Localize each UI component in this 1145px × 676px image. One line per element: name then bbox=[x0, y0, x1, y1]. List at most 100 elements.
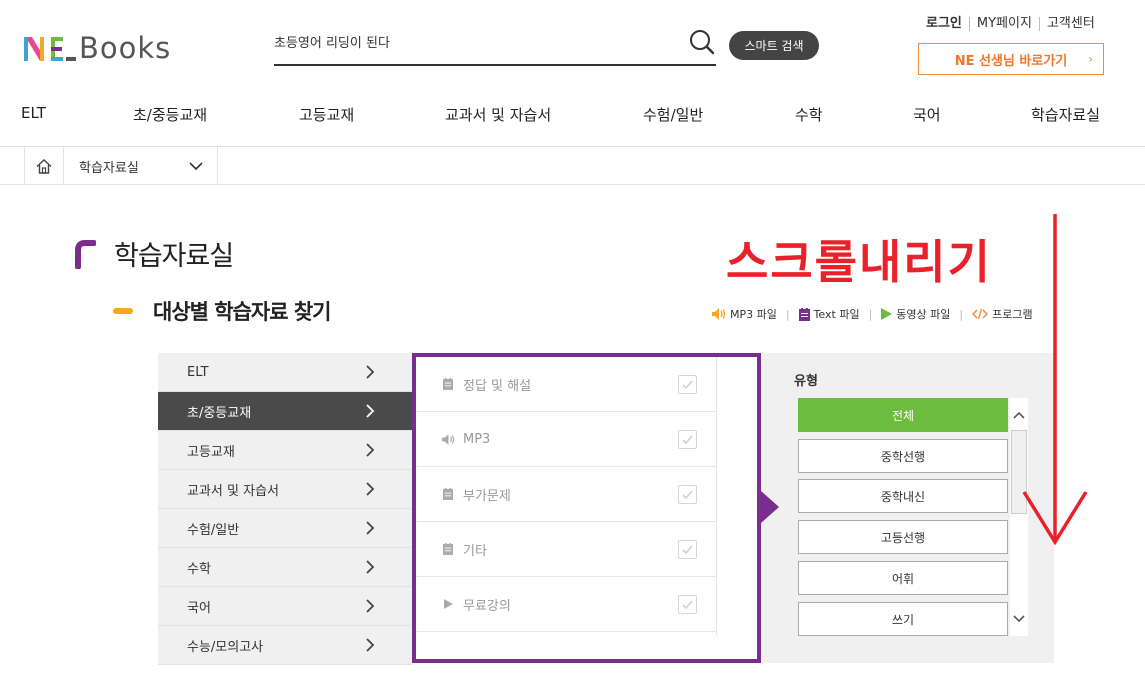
material-label: 부가문제 bbox=[463, 488, 511, 504]
material-item-etc[interactable]: 기타 bbox=[416, 522, 716, 577]
legend-label-video: 동영상 파일 bbox=[896, 308, 951, 321]
checkbox[interactable] bbox=[678, 540, 697, 559]
customer-center-link[interactable]: 고객센터 bbox=[1038, 17, 1095, 31]
category-label: 고등교재 bbox=[187, 444, 235, 460]
checkbox[interactable] bbox=[678, 375, 697, 394]
nav-item-elementary-middle[interactable]: 초/중등교재 bbox=[133, 104, 207, 125]
chevron-right-icon bbox=[366, 521, 375, 535]
material-label: 무료강의 bbox=[463, 598, 511, 614]
legend-separator: | bbox=[868, 307, 873, 321]
category-item-high-school[interactable]: 고등교재 bbox=[158, 431, 412, 470]
type-option-middle-advance[interactable]: 중학선행 bbox=[798, 439, 1008, 473]
nav-item-korean[interactable]: 국어 bbox=[913, 104, 941, 125]
legend-item-video: 동영상 파일 bbox=[881, 306, 950, 322]
category-item-elt[interactable]: ELT bbox=[158, 353, 412, 392]
check-icon bbox=[682, 490, 693, 500]
check-icon bbox=[682, 380, 693, 390]
type-option-all[interactable]: 전체 bbox=[798, 398, 1008, 432]
breadcrumb-current: 학습자료실 bbox=[79, 160, 139, 176]
pointer-triangle-icon bbox=[761, 491, 779, 523]
material-type-list-box: 정답 및 해설 MP3 부가문제 기타 무료강의 bbox=[412, 353, 761, 663]
nav-item-elt[interactable]: ELT bbox=[21, 104, 46, 122]
scroll-down-annotation: 스크롤내리기 bbox=[726, 235, 992, 289]
file-type-legend: MP3 파일 | Text 파일 | 동영상 파일 | 프로그램 bbox=[712, 305, 1055, 323]
chevron-right-icon bbox=[366, 404, 375, 418]
nav-item-high-school[interactable]: 고등교재 bbox=[299, 104, 354, 125]
material-item-mp3[interactable]: MP3 bbox=[416, 412, 716, 467]
utility-links: 로그인 MY페이지 고객센터 bbox=[926, 17, 1095, 31]
category-item-korean[interactable]: 국어 bbox=[158, 587, 412, 626]
breadcrumb: 학습자료실 bbox=[24, 147, 218, 185]
teacher-shortcut-label: NE 선생님 바로가기 bbox=[954, 53, 1068, 69]
page-title-text: 학습자료실 bbox=[114, 241, 234, 272]
chevron-right-icon bbox=[366, 599, 375, 613]
type-option-middle-school-exam[interactable]: 중학내신 bbox=[798, 479, 1008, 513]
login-link[interactable]: 로그인 bbox=[926, 17, 969, 31]
material-item-answers[interactable]: 정답 및 해설 bbox=[416, 357, 716, 412]
category-label: 초/중등교재 bbox=[187, 405, 252, 421]
ne-logo-mark-icon bbox=[24, 37, 76, 61]
checkbox[interactable] bbox=[678, 485, 697, 504]
type-option-writing[interactable]: 쓰기 bbox=[798, 602, 1008, 636]
nav-item-exam-general[interactable]: 수험/일반 bbox=[643, 104, 703, 125]
category-label: 국어 bbox=[187, 600, 211, 616]
material-type-list: 정답 및 해설 MP3 부가문제 기타 무료강의 bbox=[416, 357, 717, 635]
type-option-vocabulary[interactable]: 어휘 bbox=[798, 561, 1008, 595]
logo-text: Books bbox=[79, 31, 172, 65]
document-icon bbox=[441, 488, 455, 500]
checkbox[interactable] bbox=[678, 595, 697, 614]
category-item-math[interactable]: 수학 bbox=[158, 548, 412, 587]
chevron-down-icon[interactable] bbox=[1010, 610, 1028, 628]
material-label: 정답 및 해설 bbox=[463, 378, 532, 394]
chevron-right-icon bbox=[366, 482, 375, 496]
code-icon bbox=[972, 308, 989, 320]
nav-item-textbook[interactable]: 교과서 및 자습서 bbox=[445, 104, 551, 125]
legend-item-mp3: MP3 파일 bbox=[712, 306, 777, 322]
material-item-free-lecture[interactable]: 무료강의 bbox=[416, 577, 716, 632]
category-item-exam-general[interactable]: 수험/일반 bbox=[158, 509, 412, 548]
category-label: ELT bbox=[187, 364, 209, 380]
speaker-icon bbox=[441, 433, 455, 445]
home-button[interactable] bbox=[24, 147, 64, 185]
category-label: 교과서 및 자습서 bbox=[187, 483, 279, 499]
breadcrumb-select[interactable]: 학습자료실 bbox=[64, 147, 218, 185]
title-bracket-icon bbox=[75, 239, 96, 269]
category-label: 수험/일반 bbox=[187, 522, 240, 538]
legend-separator: | bbox=[785, 307, 790, 321]
legend-item-text: Text 파일 bbox=[798, 306, 860, 322]
type-filter-area: 유형 전체 중학선행 중학내신 고등선행 어휘 쓰기 bbox=[794, 353, 1054, 663]
document-icon bbox=[441, 378, 455, 390]
chevron-right-icon bbox=[366, 443, 375, 457]
category-item-textbook[interactable]: 교과서 및 자습서 bbox=[158, 470, 412, 509]
material-label: 기타 bbox=[463, 543, 487, 559]
search-input[interactable] bbox=[274, 28, 674, 58]
main-navigation: ELT 초/중등교재 고등교재 교과서 및 자습서 수험/일반 수학 국어 학습… bbox=[0, 104, 1145, 136]
smart-search-button[interactable]: 스마트 검색 bbox=[729, 31, 819, 60]
category-list: ELT 초/중등교재 고등교재 교과서 및 자습서 수험/일반 수학 국어 수능… bbox=[158, 353, 412, 665]
ne-books-logo[interactable]: Books bbox=[24, 33, 171, 63]
checkbox[interactable] bbox=[678, 430, 697, 449]
document-icon bbox=[441, 543, 455, 555]
material-item-extra-problems[interactable]: 부가문제 bbox=[416, 467, 716, 522]
category-item-elementary-middle[interactable]: 초/중등교재 bbox=[158, 392, 412, 431]
home-icon bbox=[36, 158, 52, 174]
search-icon[interactable] bbox=[688, 28, 716, 56]
section-title-text: 대상별 학습자료 찾기 bbox=[153, 300, 332, 324]
category-label: 수학 bbox=[187, 561, 211, 577]
breadcrumb-divider bbox=[0, 184, 1145, 185]
check-icon bbox=[682, 435, 693, 445]
section-title: 대상별 학습자료 찾기 bbox=[113, 296, 332, 326]
chevron-right-icon bbox=[366, 638, 375, 652]
chevron-right-icon bbox=[366, 365, 375, 379]
check-icon bbox=[682, 545, 693, 555]
chevron-right-icon bbox=[366, 560, 375, 574]
teacher-shortcut-button[interactable]: NE 선생님 바로가기 › bbox=[918, 43, 1104, 75]
chevron-right-icon: › bbox=[1088, 52, 1093, 66]
document-icon bbox=[798, 307, 810, 321]
nav-item-math[interactable]: 수학 bbox=[795, 104, 823, 125]
mypage-link[interactable]: MY페이지 bbox=[968, 17, 1039, 31]
category-item-suneung[interactable]: 수능/모의고사 bbox=[158, 626, 412, 665]
nav-item-learning-materials[interactable]: 학습자료실 bbox=[1031, 104, 1100, 125]
play-icon bbox=[441, 599, 455, 609]
type-option-high-advance[interactable]: 고등선행 bbox=[798, 520, 1008, 554]
